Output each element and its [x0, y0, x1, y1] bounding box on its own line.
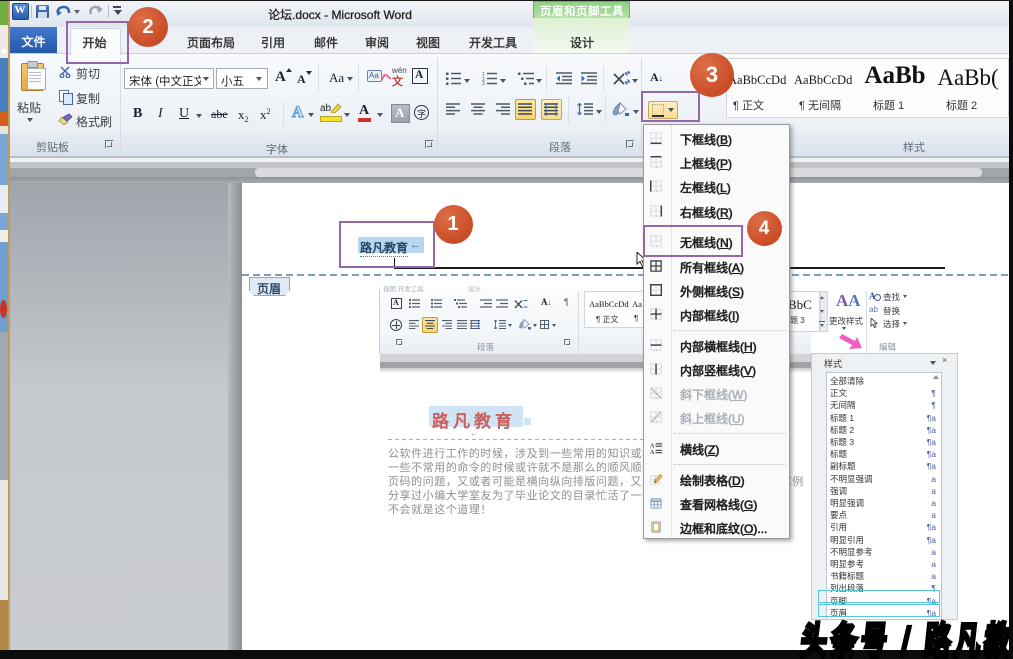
svg-text:A: A — [650, 450, 655, 455]
svg-text:3: 3 — [482, 81, 485, 85]
svg-text:A: A — [650, 443, 655, 449]
